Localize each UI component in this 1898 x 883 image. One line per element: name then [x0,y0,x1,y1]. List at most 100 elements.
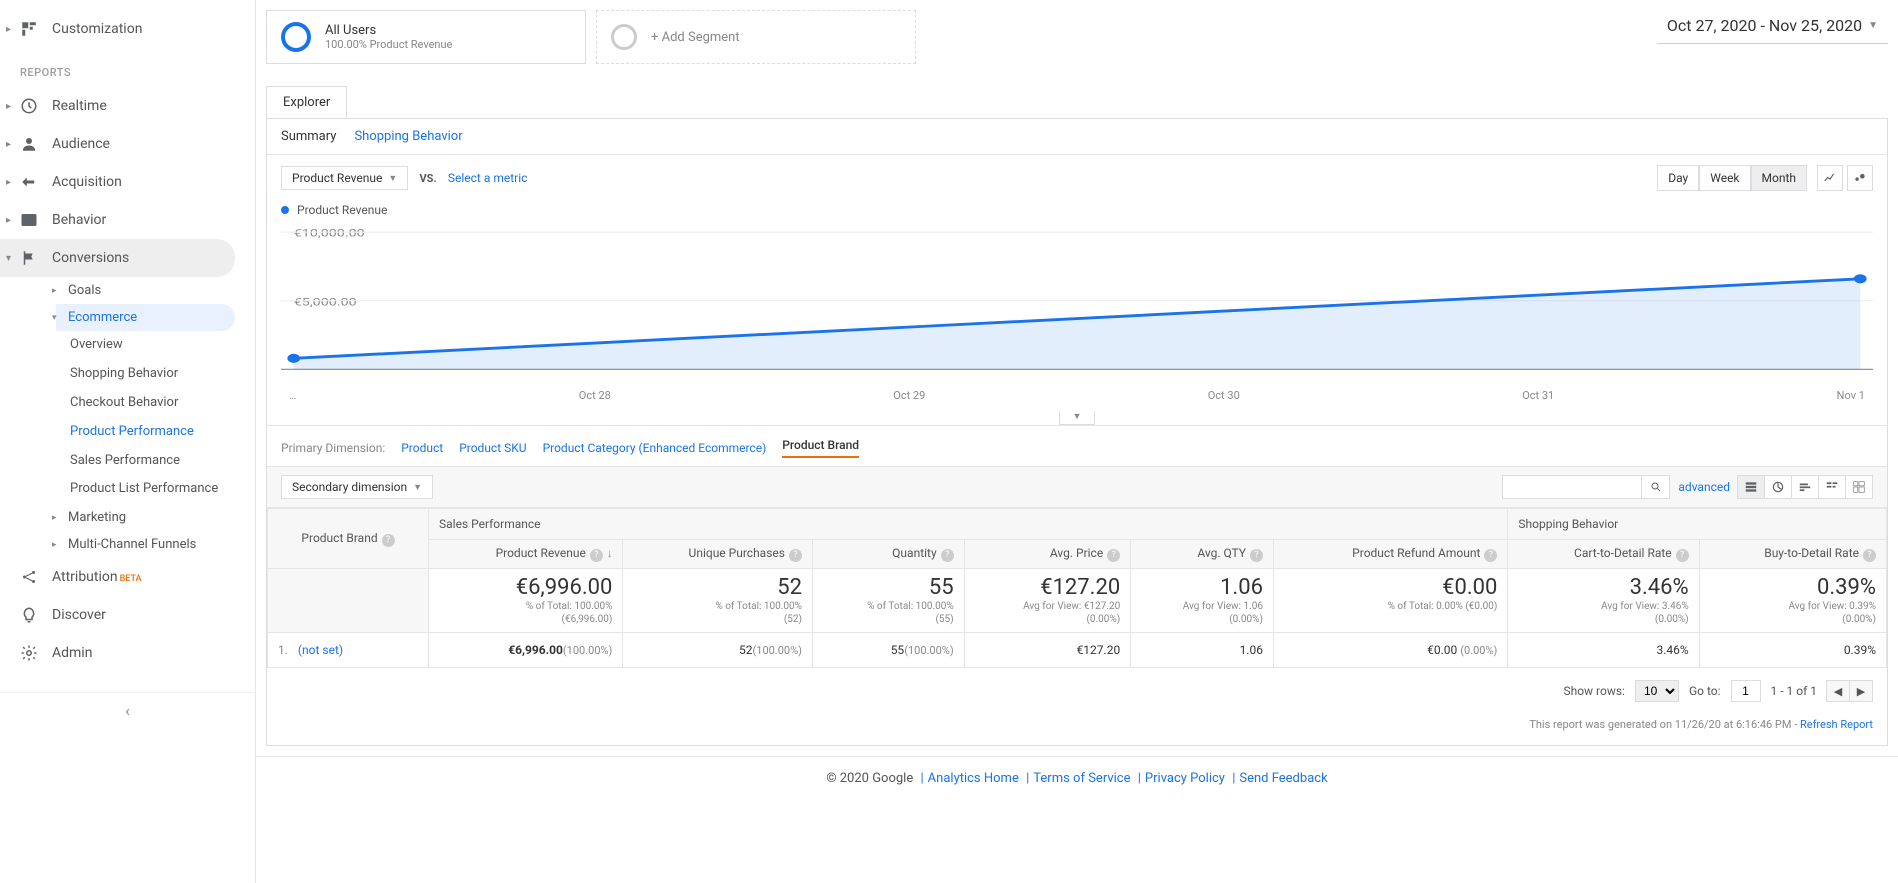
view-comparison-icon[interactable] [1818,475,1846,499]
collapse-sidebar-button[interactable]: ‹ [0,692,255,728]
collapse-chart-button[interactable]: ▼ [1059,411,1095,425]
chevron-right-icon: ▸ [6,101,11,112]
dim-product[interactable]: Product [401,441,443,455]
subnav-multichannel[interactable]: ▸Multi-Channel Funnels [56,531,255,558]
view-pivot-icon[interactable] [1845,475,1873,499]
daterange-picker[interactable]: Oct 27, 2020 - Nov 25, 2020 ▼ [1657,10,1888,44]
metric-selector[interactable]: Product Revenue ▼ [281,166,408,190]
refresh-report-link[interactable]: Refresh Report [1800,718,1873,731]
goto-input[interactable] [1731,680,1761,702]
ssnav-product-performance[interactable]: Product Performance [70,418,255,447]
dim-product-brand[interactable]: Product Brand [782,438,859,458]
footer-home-link[interactable]: Analytics Home [928,771,1019,786]
next-page-button[interactable]: ▶ [1849,680,1873,702]
footer-tos-link[interactable]: Terms of Service [1033,771,1130,786]
nav-admin[interactable]: Admin [0,634,255,672]
chevron-right-icon: ▸ [52,540,62,550]
primary-dim-label: Primary Dimension: [281,441,385,455]
col-quantity[interactable]: Quantity? [812,540,964,569]
primary-dimension-row: Primary Dimension: Product Product SKU P… [267,425,1887,466]
col-cart-rate[interactable]: Cart-to-Detail Rate? [1508,540,1699,569]
search-input[interactable] [1502,475,1642,499]
select-metric-link[interactable]: Select a metric [448,171,528,185]
clock-icon [20,97,38,115]
view-pie-icon[interactable] [1764,475,1792,499]
view-bars-icon[interactable] [1791,475,1819,499]
conversions-subnav: ▸Goals ▾Ecommerce Overview Shopping Beha… [0,277,255,558]
nav-audience[interactable]: ▸ Audience [0,125,255,163]
help-icon[interactable]: ? [1484,549,1497,562]
ssnav-checkout-behavior[interactable]: Checkout Behavior [70,389,255,418]
dim-product-category[interactable]: Product Category (Enhanced Ecommerce) [543,441,767,455]
subnav-goals[interactable]: ▸Goals [56,277,255,304]
footer: © 2020 Google |Analytics Home |Terms of … [256,756,1898,800]
nav-acquisition[interactable]: ▸ Acquisition [0,163,255,201]
tab-explorer[interactable]: Explorer [266,86,347,118]
col-refund-amount[interactable]: Product Refund Amount? [1273,540,1507,569]
footer-feedback-link[interactable]: Send Feedback [1239,771,1327,786]
page-range: 1 - 1 of 1 [1771,684,1817,698]
reports-header: REPORTS [0,48,255,87]
ytick: €5,000.00 [294,296,357,308]
prev-page-button[interactable]: ◀ [1826,680,1850,702]
subnav-ecommerce[interactable]: ▾Ecommerce [56,304,235,331]
segment-title: All Users [325,23,452,38]
explorer-panel: Summary Shopping Behavior Product Revenu… [266,118,1888,746]
subtab-shopping-behavior[interactable]: Shopping Behavior [354,129,462,144]
legend-dot-icon [281,206,289,214]
ssnav-shopping-behavior[interactable]: Shopping Behavior [70,360,255,389]
nav-label: Acquisition [52,174,122,190]
segment-all-users[interactable]: All Users 100.00% Product Revenue [266,10,586,64]
dim-product-sku[interactable]: Product SKU [459,441,526,455]
nav-attribution[interactable]: AttributionBETA [0,558,255,596]
subnav-marketing[interactable]: ▸Marketing [56,504,255,531]
help-icon[interactable]: ? [590,549,603,562]
col-product-brand[interactable]: Product Brand? [268,509,429,569]
granularity-week[interactable]: Week [1699,165,1750,191]
footer-privacy-link[interactable]: Privacy Policy [1145,771,1225,786]
nav-customization[interactable]: ▸ Customization [0,10,255,48]
nav-conversions[interactable]: ▾ Conversions [0,239,235,277]
report-meta: This report was generated on 11/26/20 at… [267,714,1887,745]
help-icon[interactable]: ? [1863,549,1876,562]
col-product-revenue[interactable]: Product Revenue?↓ [429,540,623,569]
ssnav-overview[interactable]: Overview [70,331,255,360]
nav-discover[interactable]: Discover [0,596,255,634]
chevron-down-icon: ▼ [413,482,422,493]
segment-circle-icon [611,24,637,50]
granularity-day[interactable]: Day [1657,165,1699,191]
ssnav-sales-performance[interactable]: Sales Performance [70,447,255,476]
goto-label: Go to: [1689,684,1721,698]
dashboard-icon [20,20,38,38]
ecommerce-subnav: Overview Shopping Behavior Checkout Beha… [56,331,255,504]
chart-type-motion-icon[interactable] [1847,165,1873,191]
view-table-icon[interactable] [1737,475,1765,499]
chevron-right-icon: ▸ [52,513,62,523]
add-segment-button[interactable]: + Add Segment [596,10,916,64]
add-segment-label: + Add Segment [651,30,740,45]
help-icon[interactable]: ? [382,534,395,547]
chart-type-line-icon[interactable] [1817,165,1843,191]
ssnav-product-list-performance[interactable]: Product List Performance [70,475,255,504]
col-buy-rate[interactable]: Buy-to-Detail Rate? [1699,540,1886,569]
col-avg-price[interactable]: Avg. Price? [964,540,1131,569]
granularity-month[interactable]: Month [1751,165,1807,191]
nav-behavior[interactable]: ▸ Behavior [0,201,255,239]
nav-realtime[interactable]: ▸ Realtime [0,87,255,125]
help-icon[interactable]: ? [789,549,802,562]
rows-select[interactable]: 10 [1635,680,1679,702]
col-avg-qty[interactable]: Avg. QTY? [1131,540,1274,569]
secondary-dimension-selector[interactable]: Secondary dimension ▼ [281,475,433,499]
advanced-link[interactable]: advanced [1678,480,1730,494]
table-row[interactable]: 1.(not set) €6,996.00(100.00%) 52(100.00… [268,633,1887,668]
row-name-link[interactable]: (not set) [298,643,343,657]
search-button[interactable] [1642,475,1670,499]
help-icon[interactable]: ? [941,549,954,562]
help-icon[interactable]: ? [1107,549,1120,562]
help-icon[interactable]: ? [1676,549,1689,562]
subtab-summary[interactable]: Summary [281,129,336,144]
chart-area: €10,000.00 €5,000.00 …Oct 28Oct 29Oct 30… [267,223,1887,410]
sidebar: ▸ Customization REPORTS ▸ Realtime ▸ Aud… [0,0,256,883]
col-unique-purchases[interactable]: Unique Purchases? [623,540,813,569]
help-icon[interactable]: ? [1250,549,1263,562]
